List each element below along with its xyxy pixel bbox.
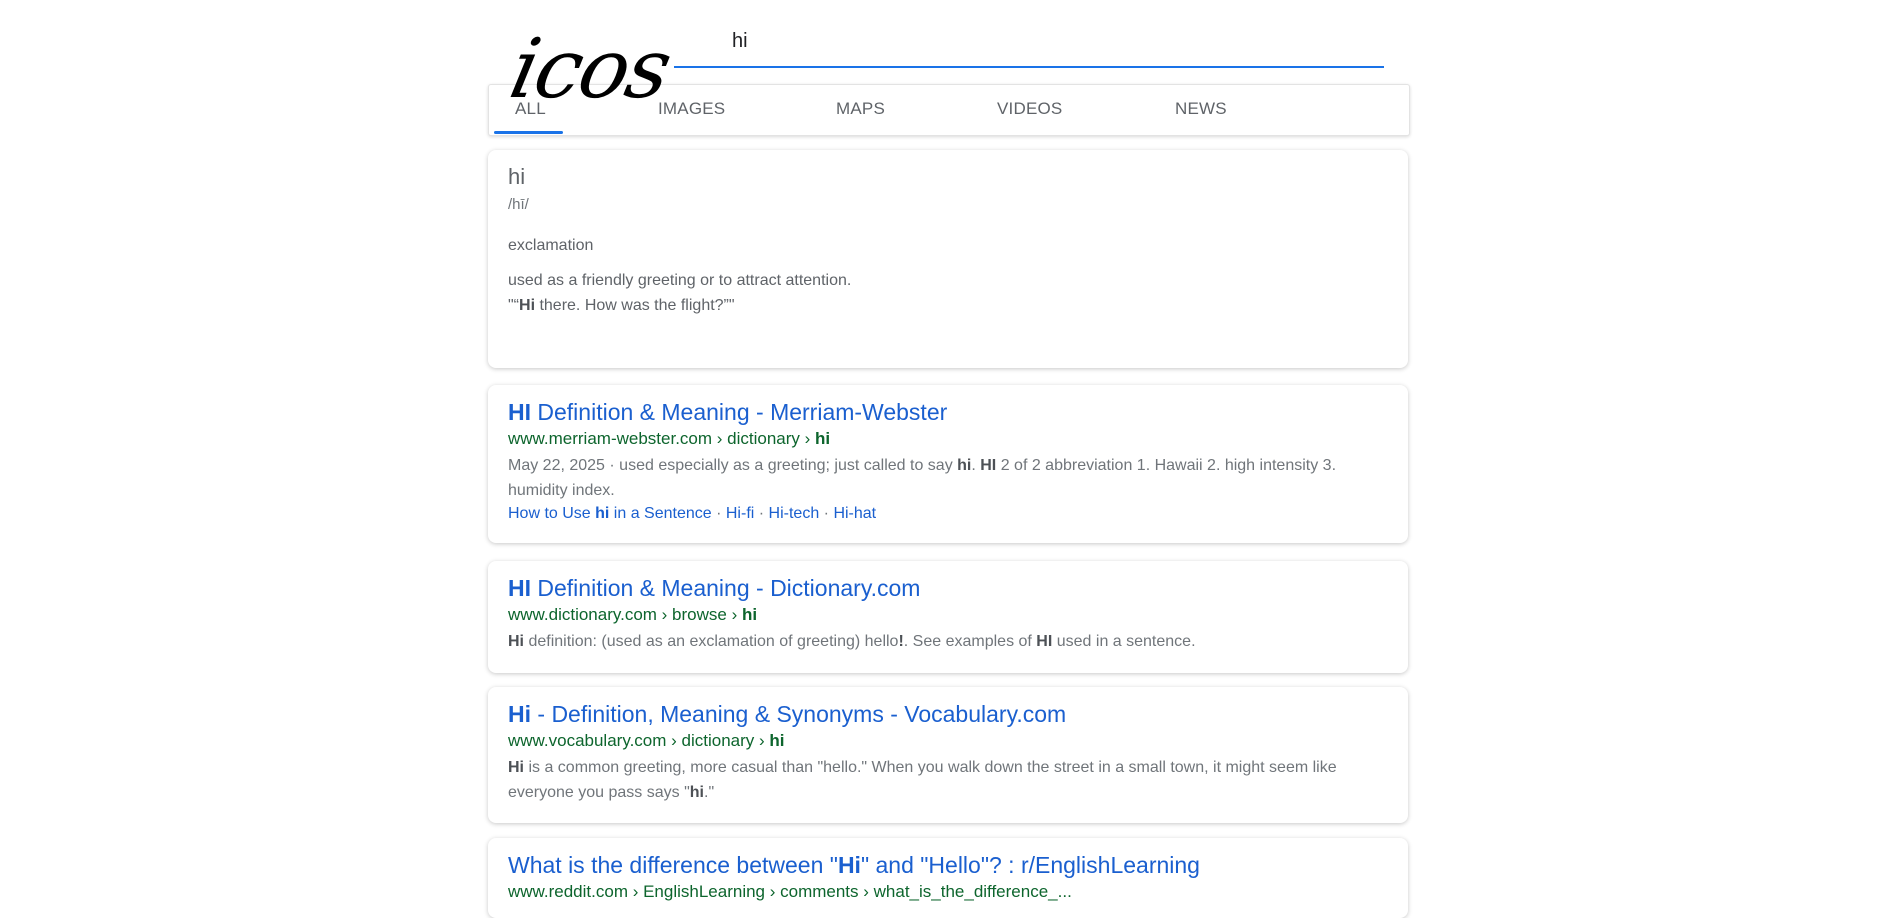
search-result: Hi - Definition, Meaning & Synonyms - Vo… <box>488 687 1408 823</box>
tab-maps[interactable]: MAPS <box>836 99 885 119</box>
search-result: HI Definition & Meaning - Merriam-Webste… <box>488 385 1408 543</box>
snippet-text: used in a sentence. <box>1052 633 1196 650</box>
title-bold: Hi <box>508 701 531 727</box>
snippet-text: is a common greeting, more casual than "… <box>508 759 1337 801</box>
snippet-bold: hi <box>957 457 972 474</box>
definition-phonetic: /hī/ <box>508 196 529 213</box>
result-snippet: Hi definition: (used as an exclamation o… <box>508 629 1388 654</box>
url-prefix: www.dictionary.com › browse › <box>508 605 742 624</box>
example-bold: Hi <box>519 297 536 314</box>
search-result: What is the difference between "Hi" and … <box>488 838 1408 918</box>
sitelink-text: in a Sentence <box>609 505 712 522</box>
title-bold: HI <box>508 399 531 425</box>
result-url: www.reddit.com › EnglishLearning › comme… <box>508 882 1072 902</box>
sitelink-separator: · <box>819 505 834 522</box>
url-bold: hi <box>815 429 831 448</box>
title-prefix: What is the difference between " <box>508 852 838 878</box>
definition-word: hi <box>508 164 526 189</box>
snippet-bold: HI <box>980 457 997 474</box>
result-snippet: Hi is a common greeting, more casual tha… <box>508 755 1388 805</box>
search-bar <box>674 22 1384 68</box>
snippet-bold: hi <box>689 784 704 801</box>
result-url: www.dictionary.com › browse › hi <box>508 605 757 625</box>
definition-meaning: used as a friendly greeting or to attrac… <box>508 272 852 289</box>
title-rest: - Definition, Meaning & Synonyms - Vocab… <box>531 701 1067 727</box>
definition-card: hi /hī/ exclamation used as a friendly g… <box>488 150 1408 368</box>
result-sitelinks: How to Use hi in a Sentence · Hi-fi · Hi… <box>508 505 876 523</box>
tab-videos[interactable]: VIDEOS <box>997 99 1062 119</box>
title-rest: Definition & Meaning - Merriam-Webster <box>531 399 948 425</box>
snippet-text: definition: (used as an exclamation of g… <box>524 633 899 650</box>
tab-images[interactable]: IMAGES <box>658 99 725 119</box>
search-result: HI Definition & Meaning - Dictionary.com… <box>488 561 1408 673</box>
definition-part-of-speech: exclamation <box>508 237 594 254</box>
active-tab-indicator <box>494 131 563 134</box>
result-url: www.vocabulary.com › dictionary › hi <box>508 731 784 751</box>
tab-news[interactable]: NEWS <box>1175 99 1227 119</box>
sitelink-separator: · <box>754 505 769 522</box>
title-bold: Hi <box>837 852 861 878</box>
snippet-bold: Hi <box>508 633 524 650</box>
url-bold: hi <box>769 731 785 750</box>
sitelink-how-to-use[interactable]: How to Use hi in a Sentence <box>508 505 712 522</box>
result-snippet: May 22, 2025 · used especially as a gree… <box>508 453 1388 503</box>
sitelink-text: How to Use <box>508 505 596 522</box>
sitelink-hi-hat[interactable]: Hi-hat <box>833 505 876 522</box>
sitelink-bold: hi <box>595 505 610 522</box>
sitelink-hi-fi[interactable]: Hi-fi <box>726 505 754 522</box>
result-title-link[interactable]: Hi - Definition, Meaning & Synonyms - Vo… <box>508 701 1066 728</box>
result-url: www.merriam-webster.com › dictionary › h… <box>508 429 830 449</box>
sitelink-hi-tech[interactable]: Hi-tech <box>769 505 820 522</box>
result-title-link[interactable]: HI Definition & Meaning - Dictionary.com <box>508 575 920 602</box>
title-rest: " and "Hello"? : r/EnglishLearning <box>860 852 1200 878</box>
snippet-bold: HI <box>1036 633 1053 650</box>
definition-example: "“Hi there. How was the flight?”" <box>508 297 735 315</box>
example-prefix: "“ <box>508 297 520 314</box>
title-rest: Definition & Meaning - Dictionary.com <box>531 575 921 601</box>
result-title-link[interactable]: HI Definition & Meaning - Merriam-Webste… <box>508 399 947 426</box>
snippet-text: . <box>971 457 981 474</box>
snippet-text: May 22, 2025 · used especially as a gree… <box>508 457 958 474</box>
search-tabs: ALL IMAGES MAPS VIDEOS NEWS <box>488 84 1410 136</box>
url-prefix: www.merriam-webster.com › dictionary › <box>508 429 816 448</box>
url-prefix: www.reddit.com › EnglishLearning › comme… <box>508 882 1072 901</box>
tab-all[interactable]: ALL <box>515 99 546 119</box>
example-rest: there. How was the flight?”" <box>535 297 735 314</box>
sitelink-separator: · <box>711 505 726 522</box>
result-title-link[interactable]: What is the difference between "Hi" and … <box>508 852 1200 879</box>
snippet-text: ." <box>704 784 715 801</box>
title-bold: HI <box>508 575 531 601</box>
snippet-text: . See examples of <box>903 633 1037 650</box>
url-prefix: www.vocabulary.com › dictionary › <box>508 731 770 750</box>
url-bold: hi <box>741 605 758 624</box>
search-input[interactable] <box>674 22 1384 60</box>
snippet-bold: Hi <box>508 759 524 776</box>
